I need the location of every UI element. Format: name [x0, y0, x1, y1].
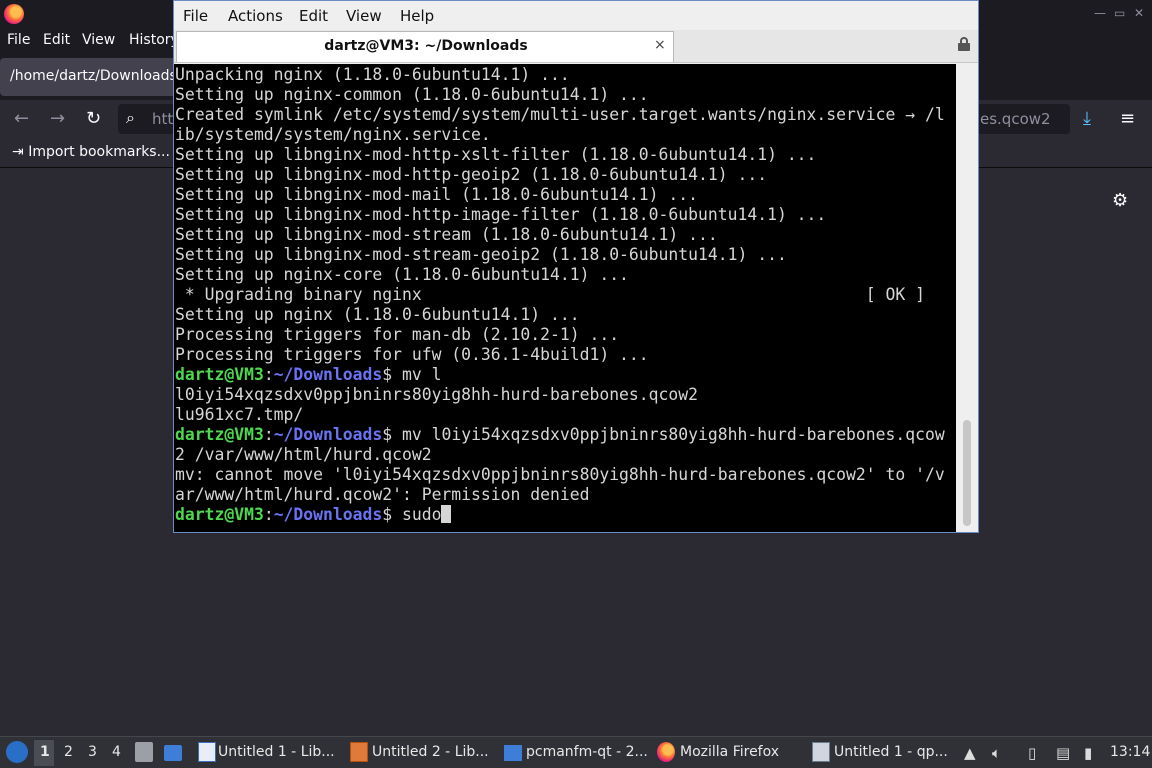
network-icon[interactable]: ▤	[1056, 744, 1070, 762]
maximize-icon[interactable]: ▭	[1114, 6, 1125, 20]
prompt-line: dartz@VM3:~/Downloads$ mv l0iyi54xqzsdxv…	[175, 425, 945, 445]
clock[interactable]: 13:14	[1110, 744, 1150, 760]
term-menu-file[interactable]: File	[183, 7, 208, 25]
ff-menu-history[interactable]: History	[129, 32, 179, 48]
terminal-tab[interactable]: dartz@VM3: ~/Downloads ×	[176, 31, 674, 62]
terminal-line: Setting up libnginx-mod-http-image-filte…	[175, 205, 827, 224]
prompt-separator: :	[263, 365, 274, 384]
qpdf-icon	[812, 742, 830, 762]
firefox-tab-title: /home/dartz/Downloads/	[10, 68, 182, 84]
command-text: mv l	[402, 365, 442, 384]
tray-upload-icon[interactable]: ▲	[964, 744, 976, 762]
prompt-separator: :	[263, 505, 274, 524]
ff-menu-file[interactable]: File	[7, 32, 30, 48]
terminal-scrollbar[interactable]	[956, 64, 978, 532]
prompt-path: ~/Downloads	[273, 365, 383, 384]
ff-menu-edit[interactable]: Edit	[43, 32, 70, 48]
calc-doc-icon	[350, 742, 368, 762]
terminal-line: lu961xc7.tmp/	[175, 405, 304, 424]
task-untitled-1-libreoffice[interactable]: Untitled 1 - Lib...	[218, 744, 335, 760]
term-menu-actions[interactable]: Actions	[228, 7, 283, 25]
desktop-4[interactable]: 4	[112, 744, 121, 760]
firefox-task-icon	[657, 742, 675, 762]
tab-close-icon[interactable]: ×	[654, 37, 666, 53]
task-pcmanfm[interactable]: pcmanfm-qt - 2...	[526, 744, 648, 760]
prompt-user: dartz@VM3	[175, 365, 264, 384]
terminal-line: * Upgrading binary nginx [ OK ]	[175, 285, 925, 304]
back-icon[interactable]: ←	[14, 108, 29, 129]
task-mozilla-firefox[interactable]: Mozilla Firefox	[680, 744, 779, 760]
terminal-line: 2 /var/www/html/hurd.qcow2	[175, 445, 432, 464]
prompt-dollar: $	[382, 505, 402, 524]
terminal-line: Setting up nginx-common (1.18.0-6ubuntu1…	[175, 85, 649, 104]
firefox-icon	[4, 4, 24, 24]
task-untitled-2-libreoffice[interactable]: Untitled 2 - Lib...	[372, 744, 489, 760]
terminal-line: Setting up nginx-core (1.18.0-6ubuntu14.…	[175, 265, 629, 284]
error-line: mv: cannot move 'l0iyi54xqzsdxv0ppjbninr…	[175, 465, 945, 484]
minimize-icon[interactable]: —	[1094, 6, 1106, 20]
hamburger-menu-icon[interactable]: ≡	[1120, 108, 1135, 129]
terminal-line: l0iyi54xqzsdxv0ppjbninrs80yig8hh-hurd-ba…	[175, 385, 699, 404]
gear-icon[interactable]: ⚙	[1112, 190, 1128, 211]
search-icon: ⌕	[126, 108, 135, 127]
terminal-screen[interactable]: Unpacking nginx (1.18.0-6ubuntu14.1) ...…	[174, 64, 956, 532]
command-input[interactable]: sudo	[402, 505, 441, 524]
scrollbar-thumb[interactable]	[963, 420, 971, 526]
writer-doc-icon	[198, 742, 216, 762]
terminal-line: Setting up libnginx-mod-stream (1.18.0-6…	[175, 225, 718, 244]
terminal-line: Processing triggers for man-db (2.10.2-1…	[175, 325, 620, 344]
terminal-line: Setting up libnginx-mod-stream-geoip2 (1…	[175, 245, 787, 264]
terminal-tabbar: dartz@VM3: ~/Downloads ×	[174, 30, 978, 63]
ff-menu-view[interactable]: View	[82, 32, 115, 48]
file-manager-icon[interactable]	[164, 745, 182, 761]
terminal-line: Setting up libnginx-mod-http-geoip2 (1.1…	[175, 165, 768, 184]
reload-icon[interactable]: ↻	[86, 108, 101, 129]
prompt-user: dartz@VM3	[175, 505, 264, 524]
volume-icon[interactable]: 🔈︎	[992, 744, 1001, 762]
text-cursor	[441, 505, 452, 523]
terminal-window: File Actions Edit View Help dartz@VM3: ~…	[173, 0, 979, 533]
prompt-dollar: $	[382, 425, 402, 444]
prompt-dollar: $	[382, 365, 402, 384]
url-text-right: es.qcow2	[980, 110, 1051, 128]
error-line: ar/www/html/hurd.qcow2': Permission deni…	[175, 485, 590, 504]
terminal-line: Unpacking nginx (1.18.0-6ubuntu14.1) ...	[175, 65, 570, 84]
prompt-user: dartz@VM3	[175, 425, 264, 444]
show-desktop-icon[interactable]	[135, 742, 153, 762]
command-text: mv l0iyi54xqzsdxv0ppjbninrs80yig8hh-hurd…	[402, 425, 945, 444]
start-menu-icon[interactable]	[6, 741, 28, 763]
close-icon[interactable]: ✕	[1134, 6, 1144, 20]
term-menu-view[interactable]: View	[346, 7, 382, 25]
download-icon[interactable]: ⤓	[1083, 108, 1091, 129]
forward-icon[interactable]: →	[50, 108, 65, 129]
desktop-2[interactable]: 2	[64, 744, 73, 760]
terminal-menubar: File Actions Edit View Help	[174, 1, 978, 30]
import-bookmarks-label: Import bookmarks...	[28, 144, 170, 160]
desktop-3[interactable]: 3	[88, 744, 97, 760]
lock-icon[interactable]	[958, 37, 970, 51]
clipboard-icon[interactable]: ▯	[1028, 744, 1036, 762]
terminal-line: Setting up libnginx-mod-http-xslt-filter…	[175, 145, 817, 164]
terminal-tab-title: dartz@VM3: ~/Downloads	[324, 38, 528, 54]
desktop-1[interactable]: 1	[40, 744, 50, 760]
import-bookmarks-button[interactable]: ⇥ Import bookmarks...	[12, 144, 170, 160]
term-menu-help[interactable]: Help	[400, 7, 434, 25]
terminal-line: Setting up libnginx-mod-mail (1.18.0-6ub…	[175, 185, 699, 204]
folder-icon	[504, 745, 522, 761]
term-menu-edit[interactable]: Edit	[299, 7, 328, 25]
prompt-path: ~/Downloads	[273, 505, 383, 524]
prompt-line: dartz@VM3:~/Downloads$ sudo	[175, 505, 452, 525]
terminal-line: Processing triggers for ufw (0.36.1-4bui…	[175, 345, 649, 364]
import-icon: ⇥	[12, 144, 29, 160]
task-untitled-1-qp[interactable]: Untitled 1 - qp...	[834, 744, 948, 760]
notification-icon[interactable]: ▮	[1084, 744, 1092, 762]
prompt-path: ~/Downloads	[273, 425, 383, 444]
url-text-left: htt	[152, 110, 174, 128]
terminal-line: Created symlink /etc/systemd/system/mult…	[175, 105, 945, 124]
terminal-line: Setting up nginx (1.18.0-6ubuntu14.1) ..…	[175, 305, 580, 324]
prompt-separator: :	[263, 425, 274, 444]
prompt-line: dartz@VM3:~/Downloads$ mv l	[175, 365, 441, 385]
terminal-line: ib/systemd/system/nginx.service.	[175, 125, 491, 144]
